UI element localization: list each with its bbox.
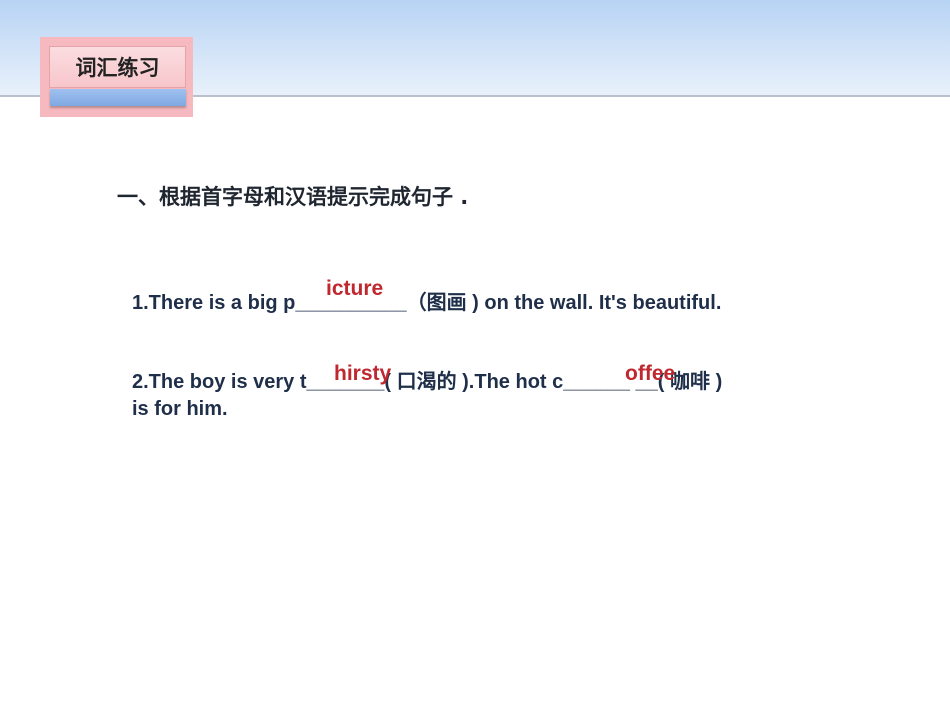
section-badge-bar [50, 89, 186, 106]
question-1-answer: icture [326, 277, 384, 300]
question-2-answer-2: offee [625, 362, 676, 385]
question-1-text: 1.There is a big p__________（图画 ) on the… [132, 292, 722, 314]
section-badge-label: 词汇练习 [75, 56, 160, 80]
question-2-text-continuation: is for him. [132, 398, 228, 420]
instruction-heading: 一、根据首字母和汉语提示完成句子 . [117, 185, 469, 209]
question-2-answer-1: hirsty [334, 362, 392, 385]
section-badge: 词汇练习 [49, 46, 186, 88]
